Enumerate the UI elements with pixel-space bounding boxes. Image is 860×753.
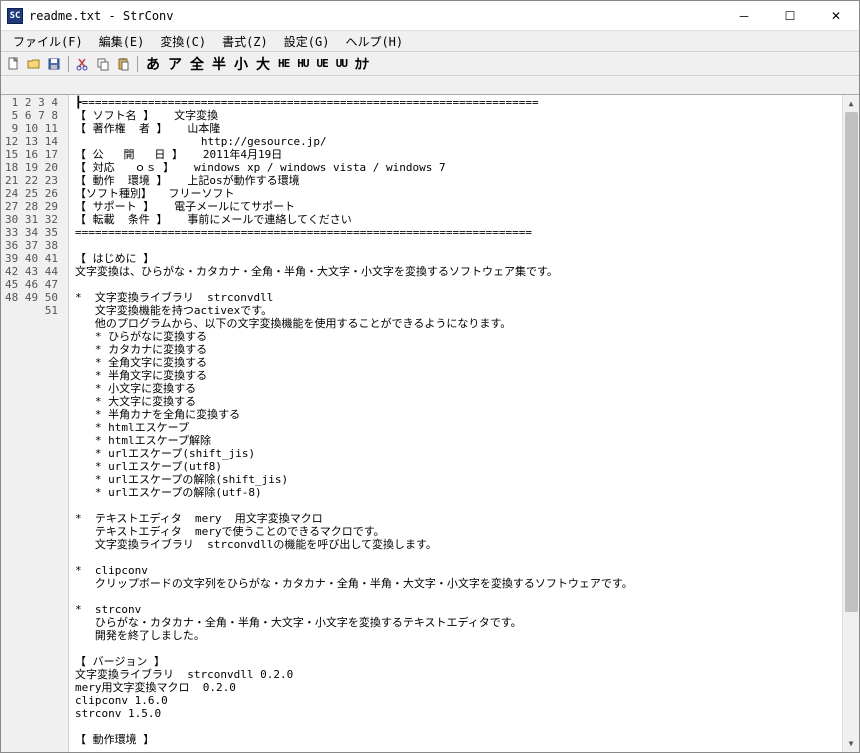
menu-help[interactable]: ヘルプ(H) bbox=[337, 31, 411, 52]
convert-uppercase-button[interactable]: 大 bbox=[253, 54, 273, 74]
convert-zenkaku-button[interactable]: 全 bbox=[187, 54, 207, 74]
menu-file[interactable]: ファイル(F) bbox=[5, 31, 91, 52]
menubar: ファイル(F) 編集(E) 変換(C) 書式(Z) 設定(G) ヘルプ(H) bbox=[1, 31, 859, 52]
convert-hiragana-button[interactable]: あ bbox=[143, 54, 163, 74]
menu-convert[interactable]: 変換(C) bbox=[152, 31, 214, 52]
editor-area: 1 2 3 4 5 6 7 8 9 10 11 12 13 14 15 16 1… bbox=[1, 95, 859, 752]
convert-kana-button[interactable]: ｶﾅ bbox=[352, 54, 372, 74]
convert-lowercase-button[interactable]: 小 bbox=[231, 54, 251, 74]
new-file-icon[interactable] bbox=[5, 55, 23, 73]
url-unescape-button[interactable]: UU bbox=[333, 57, 350, 70]
close-button[interactable]: ✕ bbox=[813, 1, 859, 31]
vertical-scrollbar[interactable]: ▲ ▼ bbox=[842, 95, 859, 752]
toolbar-separator bbox=[68, 56, 69, 72]
url-escape-button[interactable]: UE bbox=[314, 57, 331, 70]
menu-settings[interactable]: 設定(G) bbox=[276, 31, 338, 52]
ruler-row: 102030405060708090100110 bbox=[1, 76, 859, 95]
text-content[interactable]: ┣=======================================… bbox=[69, 95, 842, 752]
titlebar: SC readme.txt - StrConv ─ ☐ ✕ bbox=[1, 1, 859, 31]
maximize-button[interactable]: ☐ bbox=[767, 1, 813, 31]
window-title: readme.txt - StrConv bbox=[29, 9, 174, 23]
menu-format[interactable]: 書式(Z) bbox=[214, 31, 276, 52]
convert-katakana-button[interactable]: ア bbox=[165, 54, 185, 74]
app-icon: SC bbox=[7, 8, 23, 24]
menu-edit[interactable]: 編集(E) bbox=[91, 31, 153, 52]
window-controls: ─ ☐ ✕ bbox=[721, 1, 859, 31]
save-file-icon[interactable] bbox=[45, 55, 63, 73]
scroll-thumb[interactable] bbox=[845, 112, 858, 612]
paste-icon[interactable] bbox=[114, 55, 132, 73]
minimize-button[interactable]: ─ bbox=[721, 1, 767, 31]
html-unescape-button[interactable]: HU bbox=[294, 57, 311, 70]
cut-icon[interactable] bbox=[74, 55, 92, 73]
html-escape-button[interactable]: HE bbox=[275, 57, 292, 70]
scroll-down-arrow[interactable]: ▼ bbox=[843, 735, 859, 752]
toolbar-separator bbox=[137, 56, 138, 72]
line-number-gutter: 1 2 3 4 5 6 7 8 9 10 11 12 13 14 15 16 1… bbox=[1, 95, 69, 752]
toolbar: あ ア 全 半 小 大 HE HU UE UU ｶﾅ bbox=[1, 52, 859, 76]
copy-icon[interactable] bbox=[94, 55, 112, 73]
scroll-up-arrow[interactable]: ▲ bbox=[843, 95, 859, 112]
convert-hankaku-button[interactable]: 半 bbox=[209, 54, 229, 74]
open-file-icon[interactable] bbox=[25, 55, 43, 73]
